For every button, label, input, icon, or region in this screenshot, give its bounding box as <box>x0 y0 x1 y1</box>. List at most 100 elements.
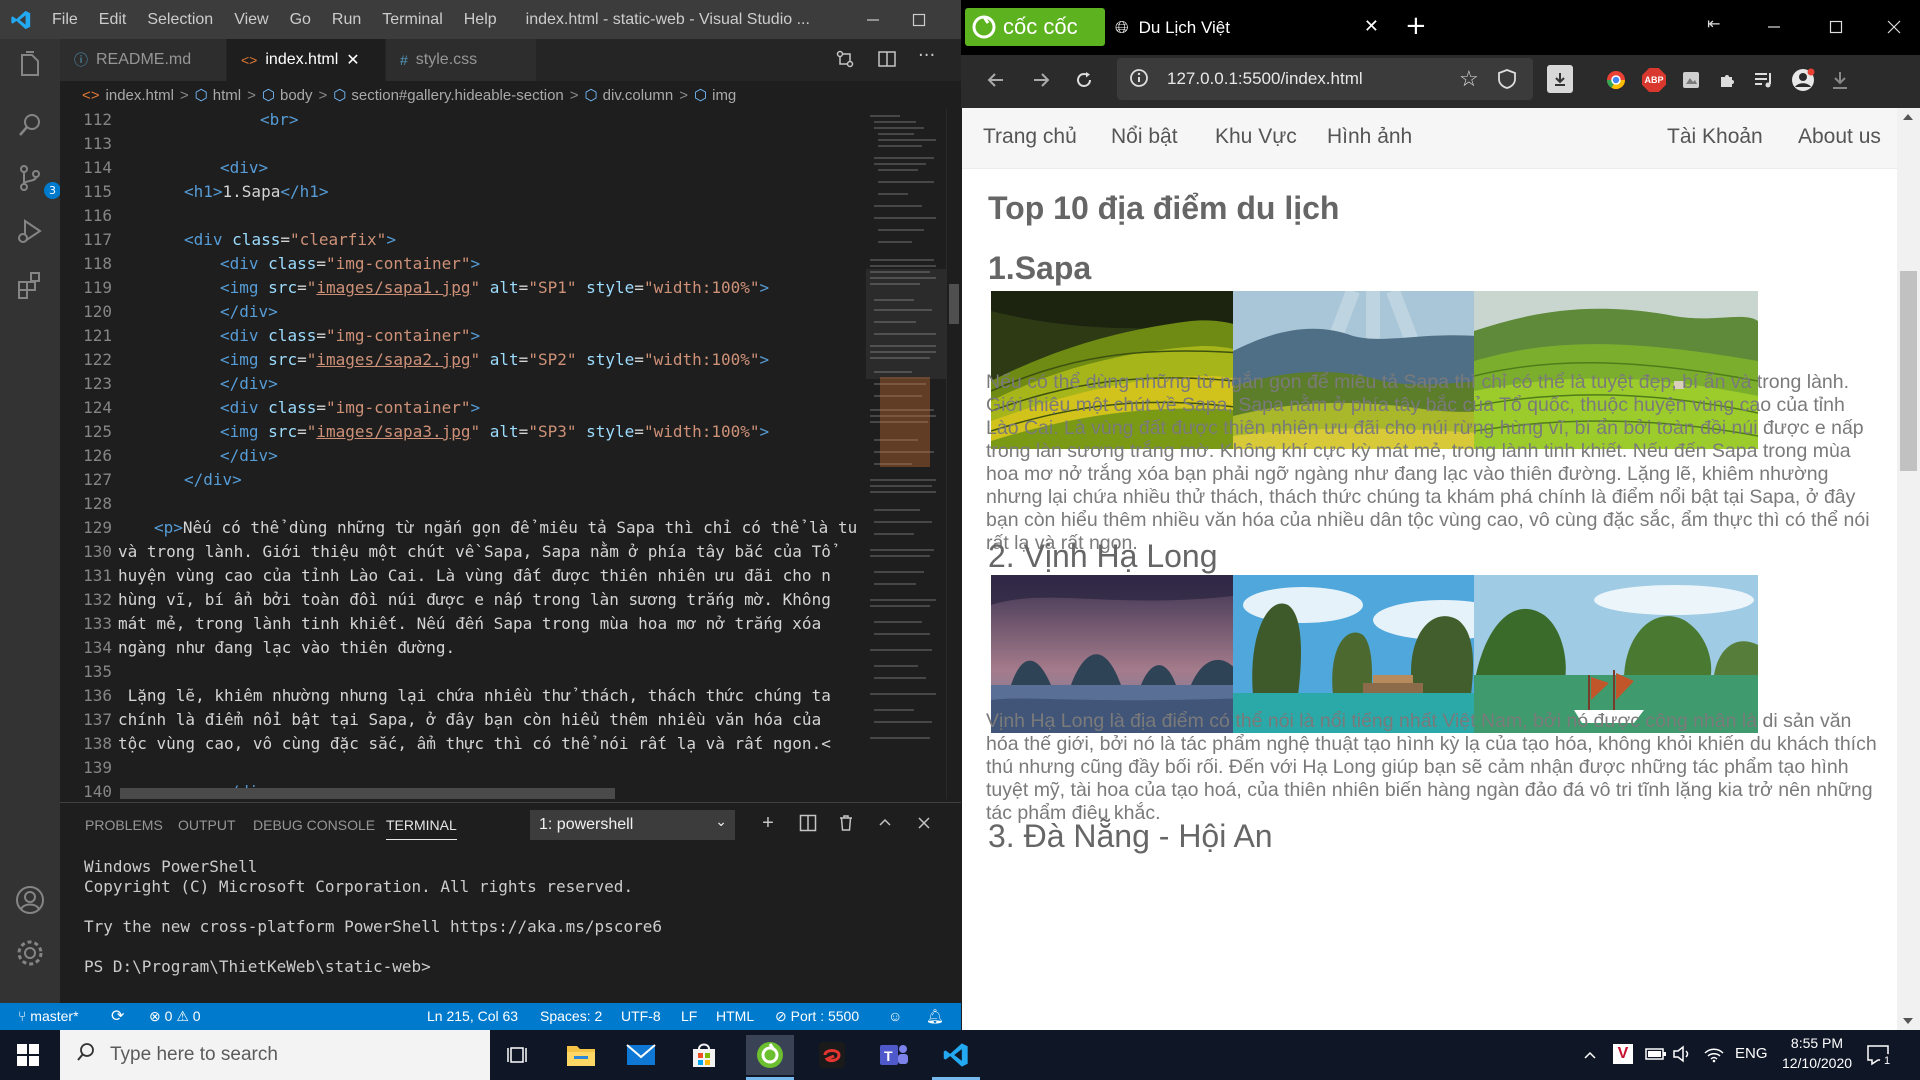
clock[interactable]: 8:55 PM 12/10/2020 <box>1781 1035 1853 1071</box>
menu-run[interactable]: Run <box>332 11 361 29</box>
menu-terminal[interactable]: Terminal <box>382 11 442 29</box>
menu-edit[interactable]: Edit <box>99 11 127 29</box>
chevron-up-icon[interactable] <box>874 812 896 834</box>
mail-icon[interactable] <box>617 1035 665 1075</box>
vscode-taskbar-icon[interactable] <box>932 1035 980 1080</box>
close-tab-icon[interactable]: ✕ <box>1364 16 1379 37</box>
scroll-down-arrow-icon[interactable] <box>1903 1018 1913 1024</box>
explorer-icon[interactable] <box>14 49 46 81</box>
download-icon[interactable] <box>1827 67 1853 93</box>
cursor-position[interactable]: Ln 215, Col 63 <box>427 1008 518 1024</box>
editor-scrollbar[interactable] <box>946 109 961 799</box>
minimize-icon[interactable] <box>1751 8 1797 46</box>
line-ending[interactable]: LF <box>681 1008 697 1024</box>
close-window-icon[interactable] <box>1871 8 1917 46</box>
taskbar-search-box[interactable]: Type here to search <box>60 1030 490 1080</box>
scroll-up-arrow-icon[interactable] <box>1903 114 1913 120</box>
puzzle-extensions-icon[interactable] <box>1715 67 1741 93</box>
tab-output[interactable]: OUTPUT <box>178 817 236 833</box>
site-info-icon[interactable] <box>1129 68 1149 93</box>
tab-problems[interactable]: PROBLEMS <box>85 817 163 833</box>
address-bar[interactable]: 127.0.0.1:5500/index.html ☆ <box>1117 58 1533 100</box>
breadcrumb-item[interactable]: img <box>712 87 736 104</box>
adblock-plus-icon[interactable]: ABP <box>1642 68 1666 92</box>
menu-help[interactable]: Help <box>464 11 497 29</box>
extension-box-icon[interactable] <box>1678 67 1704 93</box>
compare-icon[interactable] <box>835 49 855 73</box>
nav-regions[interactable]: Khu Vực <box>1215 125 1297 149</box>
maximize-icon[interactable] <box>896 0 942 39</box>
tab-style-css[interactable]: # style.css <box>386 39 536 81</box>
indentation[interactable]: Spaces: 2 <box>540 1008 602 1024</box>
scroll-thumb[interactable] <box>949 284 959 324</box>
coccoc-taskbar-icon[interactable] <box>746 1035 794 1080</box>
minimize-icon[interactable] <box>850 0 896 39</box>
split-terminal-icon[interactable] <box>797 812 819 834</box>
breadcrumb-item[interactable]: body <box>280 87 313 104</box>
language-mode[interactable]: HTML <box>716 1008 754 1024</box>
nav-featured[interactable]: Nổi bật <box>1111 125 1178 149</box>
menu-file[interactable]: File <box>52 11 78 29</box>
search-icon[interactable] <box>14 109 46 141</box>
sync-icon[interactable]: ⟳ <box>111 1006 124 1026</box>
browser-tab[interactable]: 🌐︎ Du Lịch Việt ✕ <box>1109 8 1391 48</box>
breadcrumb-item[interactable]: index.html <box>106 87 174 104</box>
code-editor[interactable]: 112 <br> 113 114 <div> 115 <h1>1.Sapa</h1> … <box>60 109 860 799</box>
breadcrumb-item[interactable]: div.column <box>603 87 674 104</box>
back-arrow-icon[interactable] <box>983 67 1009 93</box>
maximize-icon[interactable] <box>1813 8 1859 46</box>
reload-icon[interactable] <box>1071 67 1097 93</box>
extensions-icon[interactable] <box>14 269 46 301</box>
tab-debug-console[interactable]: DEBUG CONSOLE <box>253 817 375 833</box>
live-server-status[interactable]: ⊘ Port : 5500 <box>775 1008 859 1025</box>
menu-go[interactable]: Go <box>290 11 311 29</box>
tab-index-html[interactable]: <> index.html ✕ <box>227 39 385 81</box>
unikey-v-icon[interactable]: V <box>1613 1044 1633 1064</box>
input-language[interactable]: ENG <box>1735 1045 1768 1062</box>
new-tab-plus-icon[interactable]: + <box>1405 11 1427 41</box>
menu-selection[interactable]: Selection <box>147 11 213 29</box>
bookmark-star-icon[interactable]: ☆ <box>1459 66 1479 92</box>
split-editor-icon[interactable] <box>877 49 897 73</box>
terminal-select[interactable]: 1: powershell ⌄ <box>530 810 735 840</box>
nav-home[interactable]: Trang chủ <box>983 125 1077 149</box>
restore-tabs-icon[interactable]: ⇤ <box>1707 14 1720 33</box>
source-control-icon[interactable]: 3 <box>14 162 61 199</box>
windows-start-icon[interactable] <box>17 1044 39 1070</box>
wifi-icon[interactable] <box>1703 1045 1725 1067</box>
store-icon[interactable] <box>680 1035 728 1075</box>
trash-icon[interactable] <box>835 812 857 834</box>
task-view-icon[interactable] <box>495 1035 543 1075</box>
breadcrumb-item[interactable]: section#gallery.hideable-section <box>351 87 563 104</box>
horizontal-scrollbar[interactable] <box>120 788 615 799</box>
new-terminal-plus-icon[interactable]: + <box>757 812 779 834</box>
battery-icon[interactable] <box>1645 1046 1667 1066</box>
close-icon[interactable]: ✕ <box>346 50 359 70</box>
profile-avatar-icon[interactable] <box>1790 67 1816 93</box>
teams-icon[interactable]: T <box>870 1035 918 1075</box>
show-hidden-icons-chevron-icon[interactable] <box>1582 1047 1598 1067</box>
tab-terminal[interactable]: TERMINAL <box>386 817 457 840</box>
page-scrollbar[interactable] <box>1897 108 1920 1030</box>
account-icon[interactable] <box>14 884 46 916</box>
nav-gallery[interactable]: Hình ảnh <box>1327 125 1412 149</box>
settings-gear-icon[interactable] <box>14 937 46 969</box>
encoding[interactable]: UTF-8 <box>621 1008 661 1024</box>
branch-status[interactable]: ⑂ master* <box>18 1008 79 1024</box>
notification-center-icon[interactable]: 1 <box>1866 1044 1894 1070</box>
file-explorer-icon[interactable] <box>557 1035 605 1075</box>
terminal-prompt[interactable]: PS D:\Program\ThietKeWeb\static-web> <box>84 957 431 976</box>
run-debug-icon[interactable] <box>14 215 46 247</box>
garena-icon[interactable] <box>808 1035 856 1075</box>
more-actions-icon[interactable]: ··· <box>918 45 935 66</box>
chrome-extension-icon[interactable] <box>1603 67 1629 93</box>
breadcrumb-item[interactable]: html <box>213 87 241 104</box>
minimap[interactable] <box>866 109 946 799</box>
playlist-icon[interactable] <box>1751 67 1777 93</box>
nav-account[interactable]: Tài Khoản <box>1667 125 1763 149</box>
scroll-thumb[interactable] <box>1900 271 1917 471</box>
problems-status[interactable]: ⊗ 0 ⚠ 0 <box>149 1008 201 1025</box>
feedback-icon[interactable]: ☺ <box>888 1008 902 1024</box>
close-panel-icon[interactable] <box>913 812 935 834</box>
download-page-icon[interactable] <box>1547 65 1573 93</box>
